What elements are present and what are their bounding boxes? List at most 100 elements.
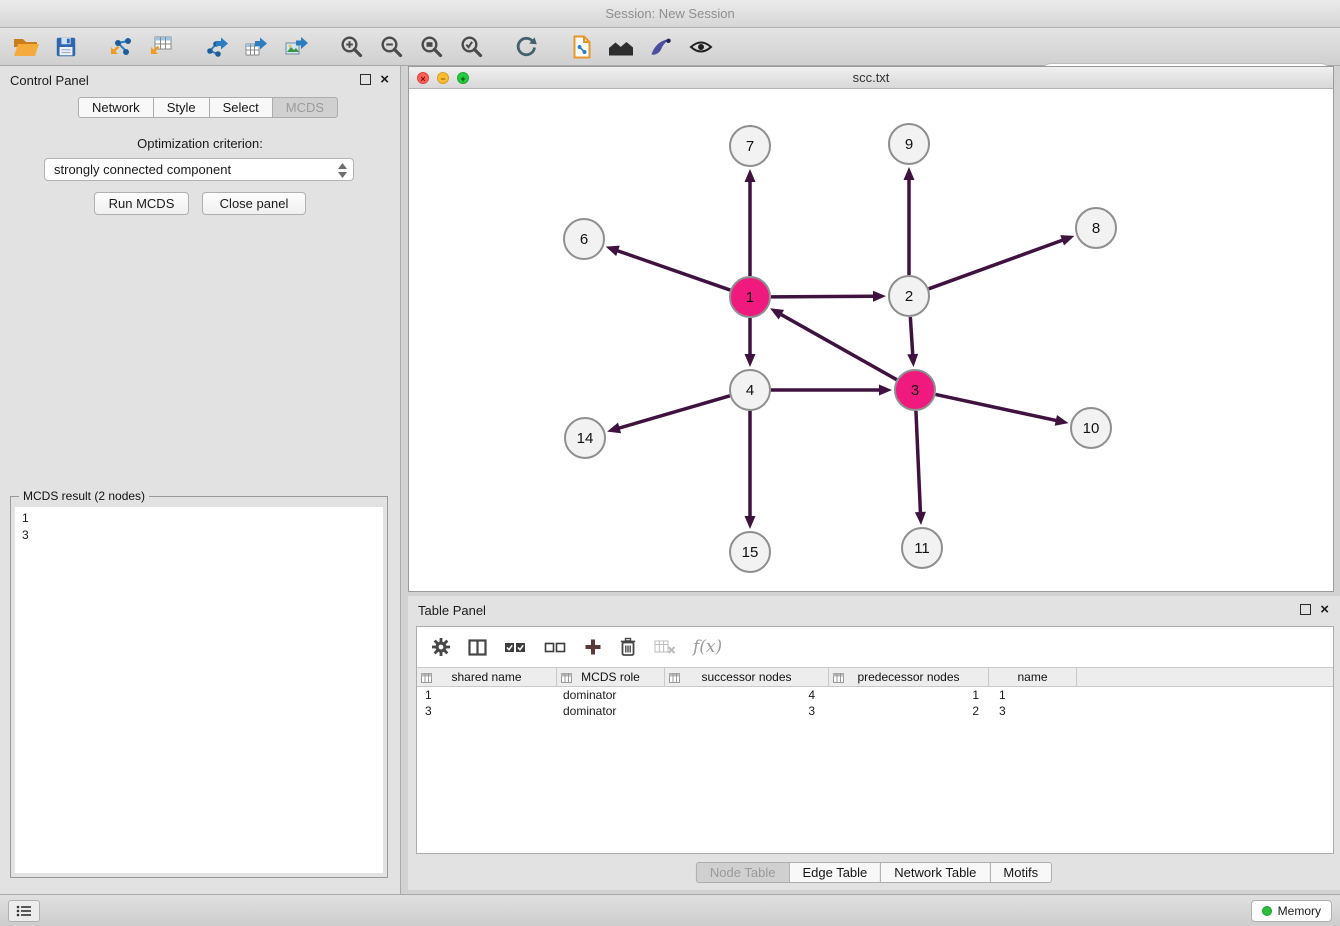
zoom-out-button[interactable] bbox=[371, 31, 411, 63]
zoom-selected-icon bbox=[459, 34, 484, 59]
graph-edge-2-8[interactable] bbox=[929, 240, 1064, 289]
graph-node-label: 3 bbox=[911, 382, 919, 399]
cell-successor-nodes[interactable]: 3 bbox=[665, 703, 829, 719]
mcds-result-line: 3 bbox=[22, 527, 376, 544]
graph-edge-arrowhead bbox=[745, 516, 756, 529]
graph-edge-2-3[interactable] bbox=[910, 317, 912, 356]
table-row[interactable]: 1 dominator 4 1 1 bbox=[417, 687, 1333, 703]
graph-edge-3-11[interactable] bbox=[916, 411, 921, 514]
tab-motifs[interactable]: Motifs bbox=[989, 862, 1052, 883]
graph-edge-4-14[interactable] bbox=[618, 396, 730, 429]
import-table-button[interactable] bbox=[141, 31, 181, 63]
refresh-layout-button[interactable] bbox=[506, 31, 546, 63]
criterion-dropdown[interactable]: strongly connected component bbox=[44, 158, 354, 181]
float-panel-icon[interactable] bbox=[360, 74, 371, 85]
gear-icon bbox=[431, 637, 451, 657]
select-all-button[interactable] bbox=[504, 639, 527, 655]
dropdown-stepper-icon bbox=[337, 162, 348, 182]
tab-node-table[interactable]: Node Table bbox=[696, 862, 790, 883]
table-row[interactable]: 3 dominator 3 2 3 bbox=[417, 703, 1333, 719]
zoom-fit-button[interactable] bbox=[411, 31, 451, 63]
trash-icon bbox=[619, 637, 637, 657]
show-columns-button[interactable] bbox=[468, 639, 487, 656]
graph-edge-arrowhead bbox=[1060, 235, 1074, 245]
network-window-titlebar[interactable]: × − + scc.txt bbox=[409, 67, 1333, 89]
graph-edge-1-6[interactable] bbox=[616, 250, 730, 290]
window-title: Session: New Session bbox=[605, 6, 734, 21]
tab-edge-table[interactable]: Edge Table bbox=[788, 862, 881, 883]
control-panel: Control Panel × Network Style Select MCD… bbox=[0, 66, 401, 894]
columns-icon bbox=[468, 639, 487, 656]
delete-table-button-disabled bbox=[654, 639, 676, 655]
graph-edge-1-2[interactable] bbox=[771, 296, 875, 297]
network-view-window: × − + scc.txt 7968124314101511 bbox=[408, 66, 1334, 592]
graph-edge-3-1[interactable] bbox=[780, 314, 897, 380]
export-image-button[interactable] bbox=[276, 31, 316, 63]
column-header-mcds-role[interactable]: MCDS role bbox=[557, 668, 665, 686]
delete-column-button[interactable] bbox=[619, 637, 637, 657]
zoom-in-button[interactable] bbox=[331, 31, 371, 63]
add-column-button[interactable] bbox=[584, 638, 602, 656]
style-brush-button[interactable] bbox=[641, 31, 681, 63]
import-table-icon bbox=[148, 34, 174, 60]
show-hide-button[interactable] bbox=[681, 31, 721, 63]
graph-node-label: 8 bbox=[1092, 220, 1100, 237]
column-header-name[interactable]: name bbox=[989, 668, 1077, 686]
cell-successor-nodes[interactable]: 4 bbox=[665, 687, 829, 703]
cell-shared-name[interactable]: 1 bbox=[417, 687, 557, 703]
graph-node-label: 9 bbox=[905, 136, 913, 153]
run-mcds-button[interactable]: Run MCDS bbox=[94, 192, 189, 215]
cell-name[interactable]: 1 bbox=[989, 687, 1077, 703]
close-table-panel-icon[interactable]: × bbox=[1320, 601, 1329, 618]
tab-network-table[interactable]: Network Table bbox=[880, 862, 990, 883]
save-session-button[interactable] bbox=[46, 31, 86, 63]
close-panel-icon[interactable]: × bbox=[380, 71, 389, 88]
cell-mcds-role[interactable]: dominator bbox=[557, 687, 665, 703]
list-icon bbox=[16, 905, 32, 917]
memory-button[interactable]: Memory bbox=[1251, 900, 1332, 922]
zoom-selected-button[interactable] bbox=[451, 31, 491, 63]
network-window-title: scc.txt bbox=[409, 70, 1333, 85]
home-networks-button[interactable] bbox=[601, 31, 641, 63]
import-network-button[interactable] bbox=[101, 31, 141, 63]
graph-node-label: 14 bbox=[577, 430, 594, 447]
window-titlebar: Session: New Session bbox=[0, 0, 1340, 28]
graph-edge-3-10[interactable] bbox=[936, 394, 1058, 420]
close-panel-button[interactable]: Close panel bbox=[202, 192, 306, 215]
cell-mcds-role[interactable]: dominator bbox=[557, 703, 665, 719]
column-header-shared-name[interactable]: shared name bbox=[417, 668, 557, 686]
float-table-panel-icon[interactable] bbox=[1300, 604, 1311, 615]
select-all-icon bbox=[504, 639, 527, 655]
unselect-all-button[interactable] bbox=[544, 639, 567, 655]
network-document-button[interactable] bbox=[561, 31, 601, 63]
open-session-button[interactable] bbox=[6, 31, 46, 63]
cell-shared-name[interactable]: 3 bbox=[417, 703, 557, 719]
column-edit-icon bbox=[561, 672, 572, 686]
column-label: name bbox=[1017, 670, 1047, 684]
table-settings-button[interactable] bbox=[431, 637, 451, 657]
task-history-button[interactable] bbox=[8, 900, 40, 922]
column-header-predecessor-nodes[interactable]: predecessor nodes bbox=[829, 668, 989, 686]
tab-select[interactable]: Select bbox=[209, 97, 273, 118]
tab-style[interactable]: Style bbox=[153, 97, 210, 118]
graph-edge-arrowhead bbox=[873, 291, 886, 302]
memory-label: Memory bbox=[1278, 904, 1321, 918]
mcds-result-list[interactable]: 1 3 bbox=[15, 507, 383, 873]
cell-name[interactable]: 3 bbox=[989, 703, 1077, 719]
table-panel: Table Panel × bbox=[408, 596, 1340, 890]
delete-table-icon bbox=[654, 639, 676, 655]
tab-mcds[interactable]: MCDS bbox=[272, 97, 338, 118]
export-network-button[interactable] bbox=[196, 31, 236, 63]
cell-predecessor-nodes[interactable]: 2 bbox=[829, 703, 989, 719]
control-panel-title: Control Panel bbox=[10, 73, 89, 88]
column-label: MCDS role bbox=[581, 670, 640, 684]
export-table-button[interactable] bbox=[236, 31, 276, 63]
control-panel-header: Control Panel × bbox=[0, 66, 400, 94]
main-toolbar bbox=[0, 28, 1340, 66]
graph-svg: 7968124314101511 bbox=[409, 89, 1333, 591]
network-canvas[interactable]: 7968124314101511 bbox=[409, 89, 1333, 591]
column-header-successor-nodes[interactable]: successor nodes bbox=[665, 668, 829, 686]
export-table-icon bbox=[243, 34, 269, 60]
tab-network[interactable]: Network bbox=[78, 97, 154, 118]
cell-predecessor-nodes[interactable]: 1 bbox=[829, 687, 989, 703]
